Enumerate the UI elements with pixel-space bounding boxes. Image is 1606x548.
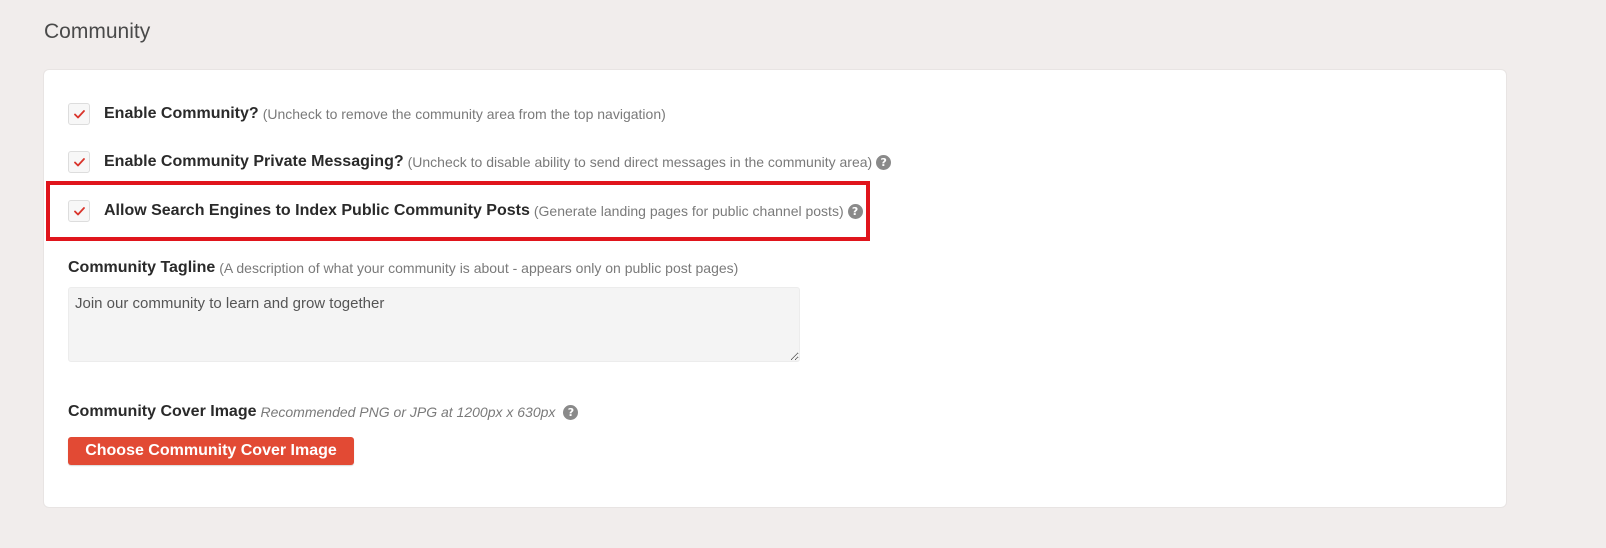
tagline-label: Community Tagline — [68, 259, 216, 276]
help-icon[interactable]: ? — [563, 404, 579, 420]
check-icon — [73, 157, 85, 166]
check-icon — [73, 206, 85, 215]
option-label: Enable Community Private Messaging? — [104, 153, 404, 170]
enable-community-checkbox[interactable] — [68, 103, 90, 125]
option-enable-private-messaging: Enable Community Private Messaging? (Unc… — [68, 150, 892, 174]
option-hint: (Uncheck to remove the community area fr… — [262, 106, 666, 122]
help-icon[interactable]: ? — [847, 203, 863, 219]
choose-cover-image-button[interactable]: Choose Community Cover Image — [68, 437, 354, 465]
option-label: Enable Community? — [104, 105, 259, 122]
option-allow-search-indexing: Allow Search Engines to Index Public Com… — [68, 199, 863, 223]
cover-image-label: Community Cover Image — [68, 403, 257, 420]
option-hint: (Generate landing pages for public chann… — [533, 203, 844, 219]
tagline-hint: (A description of what your community is… — [219, 260, 739, 276]
community-settings-card: Enable Community? (Uncheck to remove the… — [43, 69, 1507, 508]
section-title: Community — [44, 20, 151, 43]
check-icon — [73, 109, 85, 118]
cover-image-label-row: Community Cover Image Recommended PNG or… — [68, 403, 579, 421]
tagline-textarea[interactable]: Join our community to learn and grow tog… — [68, 287, 800, 362]
option-label: Allow Search Engines to Index Public Com… — [104, 202, 530, 219]
option-hint: (Uncheck to disable ability to send dire… — [407, 154, 873, 170]
tagline-label-row: Community Tagline (A description of what… — [68, 259, 738, 277]
allow-search-indexing-checkbox[interactable] — [68, 200, 90, 222]
cover-image-hint: Recommended PNG or JPG at 1200px x 630px — [260, 404, 556, 420]
help-icon[interactable]: ? — [876, 154, 892, 170]
enable-private-messaging-checkbox[interactable] — [68, 151, 90, 173]
option-enable-community: Enable Community? (Uncheck to remove the… — [68, 102, 666, 126]
